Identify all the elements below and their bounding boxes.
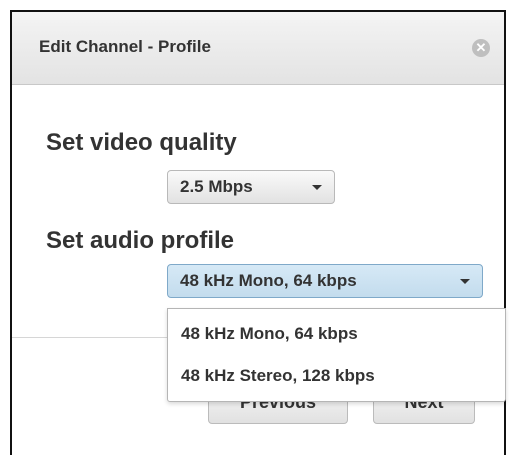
dropdown-option[interactable]: 48 kHz Stereo, 128 kbps bbox=[168, 355, 505, 397]
dialog-title: Edit Channel - Profile bbox=[39, 37, 211, 56]
audio-profile-dropdown: 48 kHz Mono, 64 kbps 48 kHz Stereo, 128 … bbox=[167, 308, 506, 402]
audio-profile-label: Set audio profile bbox=[46, 227, 235, 254]
audio-profile-select[interactable]: 48 kHz Mono, 64 kbps bbox=[167, 264, 483, 298]
video-quality-select[interactable]: 2.5 Mbps bbox=[167, 170, 335, 204]
chevron-down-icon bbox=[312, 185, 322, 190]
dropdown-option[interactable]: 48 kHz Mono, 64 kbps bbox=[168, 313, 505, 355]
dialog-titlebar: Edit Channel - Profile ✕ bbox=[12, 12, 504, 85]
close-icon[interactable]: ✕ bbox=[472, 39, 490, 57]
edit-channel-dialog: Edit Channel - Profile ✕ Set video quali… bbox=[10, 10, 506, 455]
video-quality-value: 2.5 Mbps bbox=[180, 177, 253, 196]
chevron-down-icon bbox=[460, 279, 470, 284]
audio-profile-value: 48 kHz Mono, 64 kbps bbox=[180, 271, 357, 290]
video-quality-label: Set video quality bbox=[46, 129, 237, 156]
